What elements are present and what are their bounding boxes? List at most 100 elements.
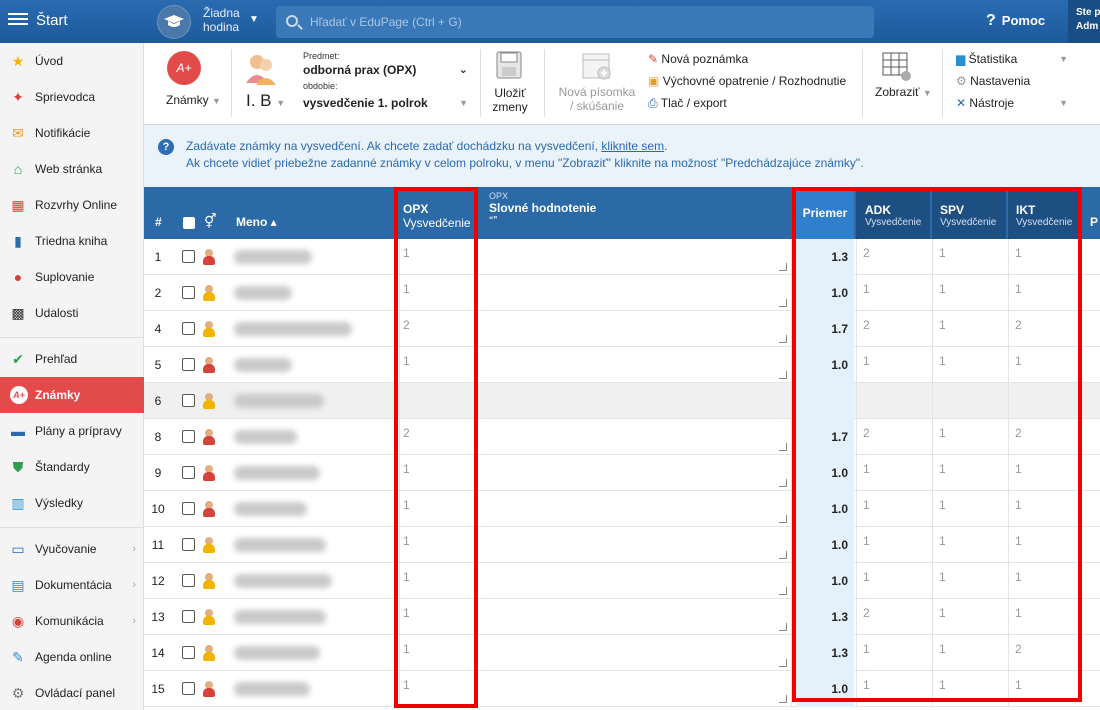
- verbal-assessment-textarea[interactable]: [478, 563, 792, 599]
- sidebar-item-rozvrhy-online[interactable]: ▦ Rozvrhy Online: [0, 187, 144, 223]
- zobrazit-menu-button[interactable]: Zobraziť ▼: [875, 85, 932, 99]
- student-name-blurred[interactable]: [234, 610, 326, 624]
- row-checkbox[interactable]: [182, 646, 195, 659]
- predmet-label: Predmet:: [303, 51, 340, 61]
- row-checkbox[interactable]: [182, 682, 195, 695]
- student-name-blurred[interactable]: [234, 286, 292, 300]
- resize-grip-icon[interactable]: [779, 695, 787, 703]
- verbal-assessment-textarea[interactable]: [478, 347, 792, 383]
- attendance-link[interactable]: kliknite sem: [601, 139, 664, 153]
- row-checkbox[interactable]: [182, 538, 195, 551]
- row-number: 5: [154, 358, 162, 372]
- student-name-blurred[interactable]: [234, 250, 312, 264]
- row-checkbox[interactable]: [182, 574, 195, 587]
- student-name-blurred[interactable]: [234, 466, 320, 480]
- verbal-assessment-textarea[interactable]: [478, 635, 792, 671]
- student-name-blurred[interactable]: [234, 322, 352, 336]
- znamky-menu-button[interactable]: Známky ▼: [166, 93, 221, 107]
- student-name-blurred[interactable]: [234, 394, 324, 408]
- resize-grip-icon[interactable]: [779, 659, 787, 667]
- resize-grip-icon[interactable]: [779, 371, 787, 379]
- verbal-assessment-textarea[interactable]: [478, 455, 792, 491]
- new-note-button[interactable]: ✎ Nová poznámka: [648, 52, 748, 66]
- sidebar-item-udalosti[interactable]: ▩ Udalosti: [0, 295, 144, 331]
- predmet-select[interactable]: odborná prax (OPX) ⌄: [303, 63, 468, 77]
- student-name-blurred[interactable]: [234, 358, 292, 372]
- sidebar-item-suplovanie[interactable]: ● Suplovanie: [0, 259, 144, 295]
- verbal-assessment-textarea[interactable]: [478, 491, 792, 527]
- obdobie-select[interactable]: vysvedčenie 1. polrok ▼: [303, 96, 468, 110]
- row-checkbox[interactable]: [182, 394, 195, 407]
- resize-grip-icon[interactable]: [779, 515, 787, 523]
- student-name-blurred[interactable]: [234, 502, 307, 516]
- help-button[interactable]: ? Pomoc: [986, 12, 1045, 30]
- sidebar-item-komunikacia[interactable]: ◉ Komunikácia ›: [0, 603, 144, 639]
- search-input[interactable]: Hľadať v EduPage (Ctrl + G): [276, 6, 874, 38]
- start-link[interactable]: Štart: [36, 12, 68, 29]
- sidebar-item-znamky[interactable]: A+ Známky: [0, 377, 144, 413]
- save-button[interactable]: Uložiť zmeny: [490, 86, 530, 114]
- chevron-down-icon[interactable]: ▼: [249, 14, 259, 25]
- resize-grip-icon[interactable]: [779, 263, 787, 271]
- row-checkbox[interactable]: [182, 250, 195, 263]
- hamburger-menu-icon[interactable]: [8, 10, 28, 30]
- verbal-assessment-textarea[interactable]: [478, 275, 792, 311]
- student-name-blurred[interactable]: [234, 574, 332, 588]
- row-checkbox[interactable]: [182, 610, 195, 623]
- sidebar-item-vyucovanie[interactable]: ▭ Vyučovanie ›: [0, 531, 144, 567]
- sidebar-divider: [0, 527, 144, 528]
- sidebar-item-uvod[interactable]: ★ Úvod: [0, 43, 144, 79]
- sidebar-item-prehlad[interactable]: ✔ Prehľad: [0, 341, 144, 377]
- row-checkbox[interactable]: [182, 466, 195, 479]
- row-checkbox[interactable]: [182, 430, 195, 443]
- student-name-blurred[interactable]: [234, 646, 320, 660]
- resize-grip-icon[interactable]: [779, 335, 787, 343]
- nastroje-button[interactable]: ✕ Nástroje ▼: [956, 96, 1068, 110]
- disciplinary-button[interactable]: ▣ Výchovné opatrenie / Rozhodnutie: [648, 74, 846, 88]
- col-slovne-header[interactable]: OPX Slovné hodnotenie ❝❞: [489, 191, 596, 235]
- info-line-2: Ak chcete vidieť priebežne zadanné známk…: [186, 156, 864, 170]
- student-name-blurred[interactable]: [234, 430, 297, 444]
- sidebar-item-notifikacie[interactable]: ✉ Notifikácie: [0, 115, 144, 151]
- row-checkbox[interactable]: [182, 502, 195, 515]
- verbal-assessment-textarea[interactable]: [478, 527, 792, 563]
- row-checkbox[interactable]: [182, 286, 195, 299]
- select-all-checkbox[interactable]: [183, 217, 195, 229]
- resize-grip-icon[interactable]: [779, 551, 787, 559]
- verbal-assessment-textarea[interactable]: [478, 671, 792, 707]
- sidebar-item-dokumentacia[interactable]: ▤ Dokumentácia ›: [0, 567, 144, 603]
- current-hour-selector[interactable]: Žiadna hodina: [203, 6, 240, 34]
- resize-grip-icon[interactable]: [779, 479, 787, 487]
- sidebar-item-sprievodca[interactable]: ✦ Sprievodca: [0, 79, 144, 115]
- new-test-button[interactable]: Nová písomka / skúšanie: [556, 85, 638, 113]
- sidebar-item-vysledky[interactable]: ▥ Výsledky: [0, 485, 144, 521]
- user-menu[interactable]: Ste p Adm: [1068, 0, 1100, 43]
- col-meno-header[interactable]: Meno ▴: [236, 215, 277, 231]
- student-avatar-icon: [202, 501, 216, 517]
- row-checkbox[interactable]: [182, 322, 195, 335]
- statistika-button[interactable]: ▆ Štatistika ▼: [956, 52, 1068, 66]
- sidebar-item-agenda-online[interactable]: ✎ Agenda online: [0, 639, 144, 675]
- verbal-assessment-textarea[interactable]: [478, 383, 792, 419]
- verbal-assessment-textarea[interactable]: [478, 239, 792, 275]
- print-export-button[interactable]: ⎙ Tlač / export: [648, 96, 727, 111]
- sidebar-item-web-stranka[interactable]: ⌂ Web stránka: [0, 151, 144, 187]
- student-name-blurred[interactable]: [234, 538, 326, 552]
- sidebar-item-standardy[interactable]: ⛊ Štandardy: [0, 449, 144, 485]
- student-name-blurred[interactable]: [234, 682, 310, 696]
- verbal-assessment-textarea[interactable]: [478, 419, 792, 455]
- sidebar-item-triedna-kniha[interactable]: ▮ Triedna kniha: [0, 223, 144, 259]
- resize-grip-icon[interactable]: [779, 299, 787, 307]
- verbal-assessment-textarea[interactable]: [478, 311, 792, 347]
- row-checkbox[interactable]: [182, 358, 195, 371]
- sidebar-item-plany-a-pripravy[interactable]: ▬ Plány a prípravy: [0, 413, 144, 449]
- resize-grip-icon[interactable]: [779, 587, 787, 595]
- verbal-assessment-textarea[interactable]: [478, 599, 792, 635]
- grade-icon[interactable]: A+: [167, 51, 201, 85]
- class-selector[interactable]: I. B ▼: [246, 91, 285, 111]
- nastavenia-button[interactable]: ⚙ Nastavenia: [956, 74, 1030, 88]
- graduation-cap-icon[interactable]: [157, 5, 191, 39]
- sidebar-item-ovladaci-panel[interactable]: ⚙ Ovládací panel: [0, 675, 144, 710]
- resize-grip-icon[interactable]: [779, 443, 787, 451]
- resize-grip-icon[interactable]: [779, 623, 787, 631]
